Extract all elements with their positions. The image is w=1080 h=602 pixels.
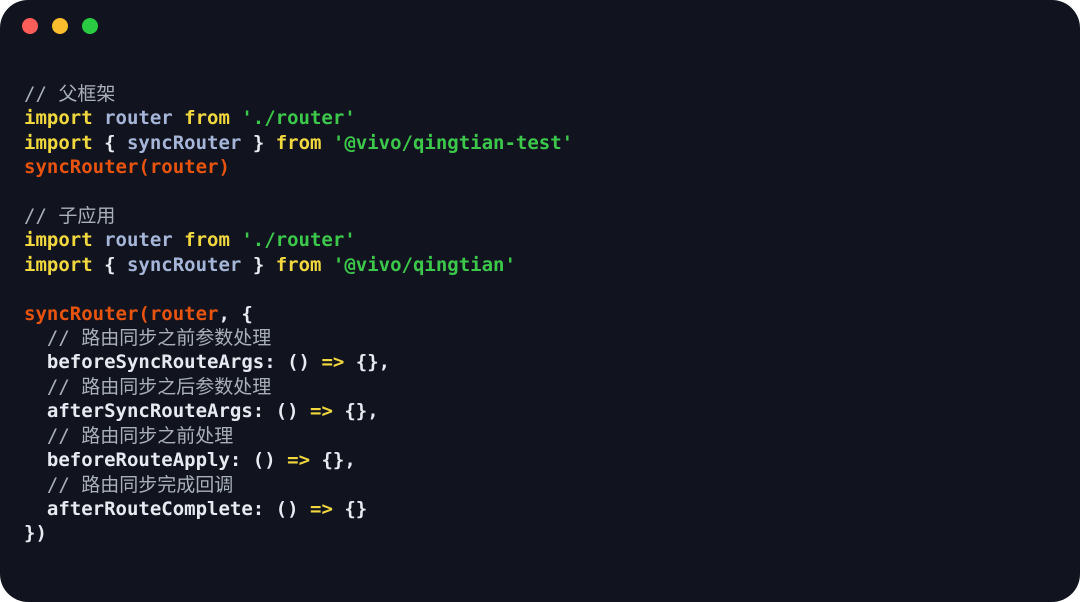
code-token-comment: // 路由同步之后参数处理: [46, 375, 272, 398]
code-token-func: (: [138, 156, 150, 179]
code-token-keyword: import: [24, 229, 105, 252]
code-token-ident: router: [104, 107, 185, 130]
code-token-prop: afterRouteComplete: [46, 497, 253, 520]
code-token-comment: // 父框架: [24, 83, 116, 105]
code-token-keyword: from: [275, 253, 333, 276]
code-line: }): [24, 521, 1056, 545]
code-token-punct: , {: [218, 302, 253, 325]
code-token-comment: // 路由同步完成回调: [46, 473, 234, 496]
code-token-keyword: from: [184, 107, 242, 130]
code-token-comment: // 子应用: [24, 205, 116, 228]
code-line: beforeRouteApply: () => {},: [24, 448, 1056, 472]
code-token-punct: : (): [252, 400, 310, 423]
code-token-keyword: import: [24, 131, 105, 154]
code-token-string: '@vivo/qingtian-test': [332, 131, 574, 154]
minimize-button[interactable]: [52, 18, 68, 34]
code-window: // 父框架 import router from './router' impor…: [0, 0, 1080, 602]
code-token-ident: router: [104, 229, 185, 252]
code-token-punct: }): [24, 522, 47, 545]
code-token-keyword: from: [275, 131, 333, 154]
code-token-comment: // 路由同步之前处理: [46, 424, 234, 447]
code-block: // 父框架 import router from './router' impor…: [0, 52, 1080, 546]
code-token-func: syncRouter: [24, 302, 139, 325]
code-token-string: './router': [241, 107, 356, 130]
code-token-prop: beforeRouteApply: [46, 449, 230, 472]
code-token-arrow: =>: [321, 351, 345, 374]
code-token-func: router: [149, 156, 219, 179]
code-token-string: '@vivo/qingtian': [332, 253, 516, 276]
maximize-button[interactable]: [82, 18, 98, 34]
code-token-prop: beforeSyncRouteArgs: [46, 351, 265, 374]
code-token-keyword: import: [24, 253, 105, 276]
code-token-punct: {},: [310, 449, 356, 472]
code-token-punct: }: [252, 131, 276, 154]
code-token-arrow: =>: [310, 400, 333, 423]
code-token-punct: : (): [252, 497, 310, 520]
code-token-func: router: [149, 302, 219, 325]
code-line: import router from './router': [24, 106, 1056, 130]
code-token-punct: }: [252, 253, 276, 276]
code-token-comment: // 路由同步之前参数处理: [46, 327, 272, 350]
code-token-prop: afterSyncRouteArgs: [46, 400, 253, 423]
code-line: // 父框架: [24, 82, 1056, 106]
code-token-punct: {},: [344, 351, 391, 374]
code-token-func: (: [138, 302, 150, 325]
window-title-bar: [0, 0, 1080, 52]
code-line: // 路由同步之前处理: [24, 424, 1056, 448]
code-line: afterRouteComplete: () => {}: [24, 497, 1056, 521]
code-token-string: './router': [241, 229, 356, 252]
code-token-func: syncRouter: [24, 156, 139, 179]
code-line: import router from './router': [24, 228, 1056, 252]
code-line: // 路由同步之前参数处理: [24, 326, 1056, 350]
code-token-punct: {},: [332, 400, 379, 423]
code-line: import { syncRouter } from '@vivo/qingti…: [24, 253, 1056, 277]
code-line: // 路由同步完成回调: [24, 473, 1056, 497]
code-line: // 路由同步之后参数处理: [24, 375, 1056, 399]
code-token-keyword: from: [184, 229, 242, 252]
code-token-keyword: import: [24, 107, 105, 130]
code-token-ident: syncRouter: [126, 131, 253, 154]
code-line: import { syncRouter } from '@vivo/qingti…: [24, 131, 1056, 155]
code-token-arrow: =>: [310, 497, 333, 520]
code-token-punct: : (): [264, 351, 322, 374]
code-token-ident: syncRouter: [126, 253, 253, 276]
code-token-punct: {}: [332, 497, 368, 520]
code-token-arrow: =>: [287, 449, 311, 472]
code-token-punct: {: [104, 131, 127, 154]
code-line: // 子应用: [24, 204, 1056, 228]
code-line: syncRouter(router, {: [24, 302, 1056, 326]
code-line: afterSyncRouteArgs: () => {},: [24, 399, 1056, 423]
code-line: beforeSyncRouteArgs: () => {},: [24, 350, 1056, 374]
close-button[interactable]: [22, 18, 38, 34]
code-token-func: ): [218, 156, 230, 179]
code-line: syncRouter(router): [24, 155, 1056, 179]
code-token-punct: : (): [229, 449, 288, 472]
code-token-punct: {: [104, 253, 127, 276]
